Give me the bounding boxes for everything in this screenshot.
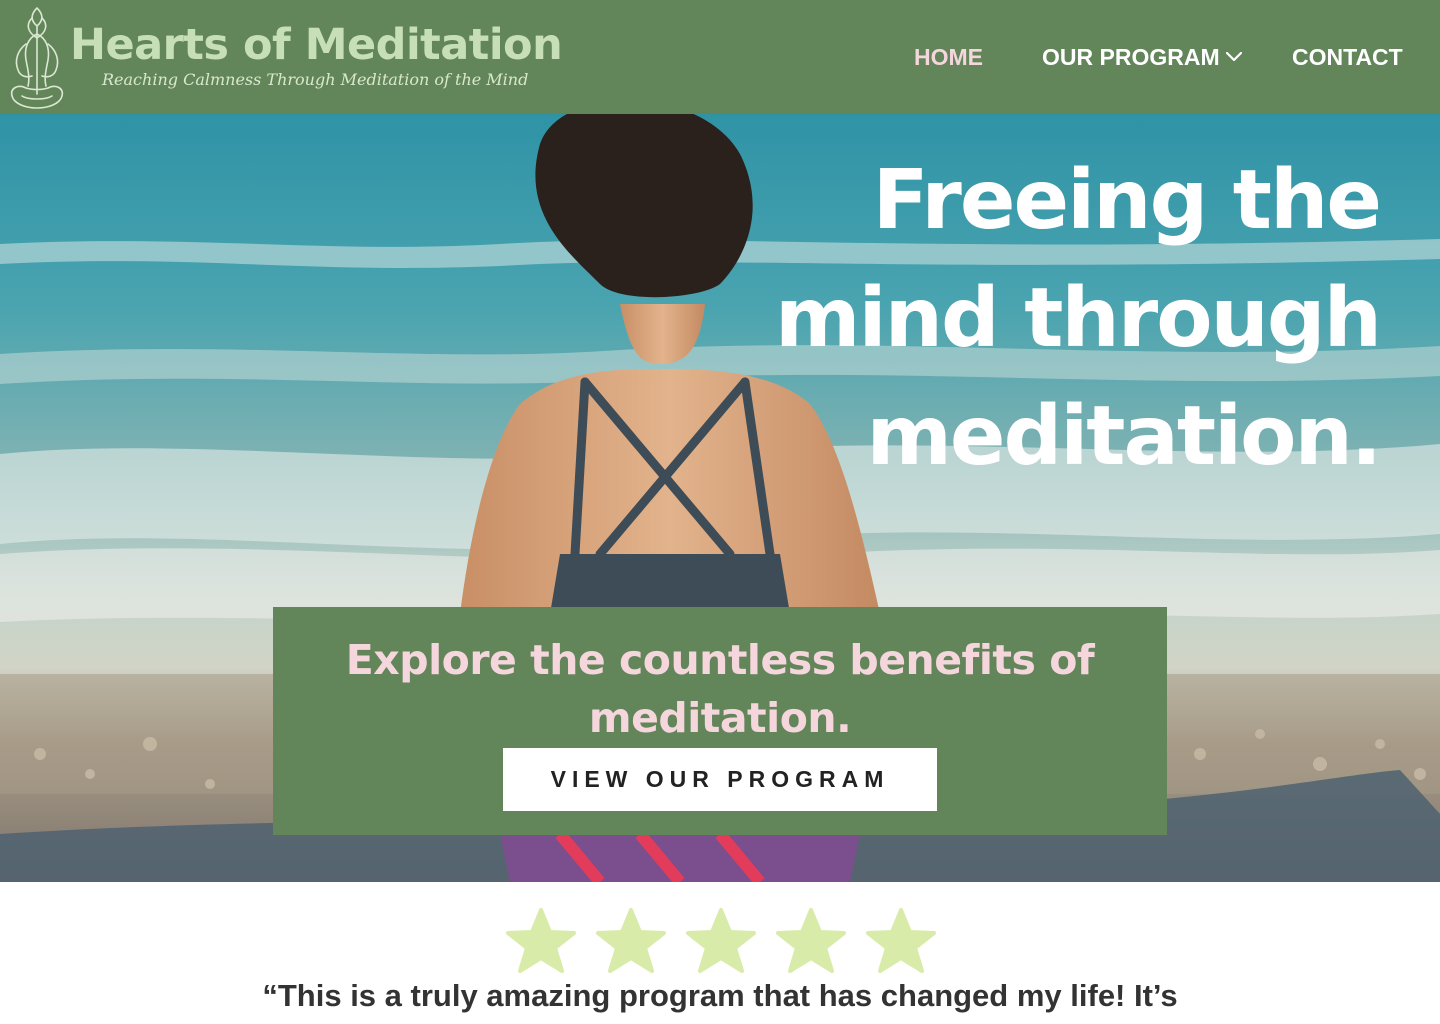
nav-our-program-label: OUR PROGRAM (1042, 43, 1220, 70)
hero-headline-line: meditation. (866, 389, 1382, 484)
star-icon (686, 908, 756, 973)
hero-headline-line: Freeing the (872, 153, 1382, 248)
nav-home[interactable]: HOME (914, 44, 983, 70)
cta-panel: Explore the countless benefits of medita… (273, 607, 1167, 835)
site-header: Hearts of Meditation Reaching Calmness T… (0, 0, 1440, 114)
testimonial-quote: “This is a truly amazing program that ha… (262, 978, 1178, 1013)
chevron-down-icon (1225, 52, 1242, 62)
star-icon (596, 908, 666, 973)
cta-text: Explore the countless benefits of medita… (345, 636, 1095, 742)
nav-contact[interactable]: CONTACT (1292, 44, 1403, 70)
star-icon (776, 908, 846, 973)
nav-our-program[interactable]: OUR PROGRAM (1042, 44, 1242, 70)
view-program-button[interactable]: VIEW OUR PROGRAM (503, 748, 937, 811)
star-icon (506, 908, 576, 973)
site-title: Hearts of Meditation (70, 20, 563, 70)
hero-headline: Freeing the mind through meditation. (740, 142, 1382, 496)
site-logo[interactable]: Hearts of Meditation Reaching Calmness T… (4, 4, 563, 112)
star-rating (505, 906, 937, 974)
hero-headline-line: mind through (775, 271, 1382, 366)
hero-section: Freeing the mind through meditation. Exp… (0, 114, 1440, 882)
site-tagline: Reaching Calmness Through Meditation of … (102, 70, 529, 89)
meditating-figure-icon (10, 7, 64, 109)
star-icon (866, 908, 936, 973)
